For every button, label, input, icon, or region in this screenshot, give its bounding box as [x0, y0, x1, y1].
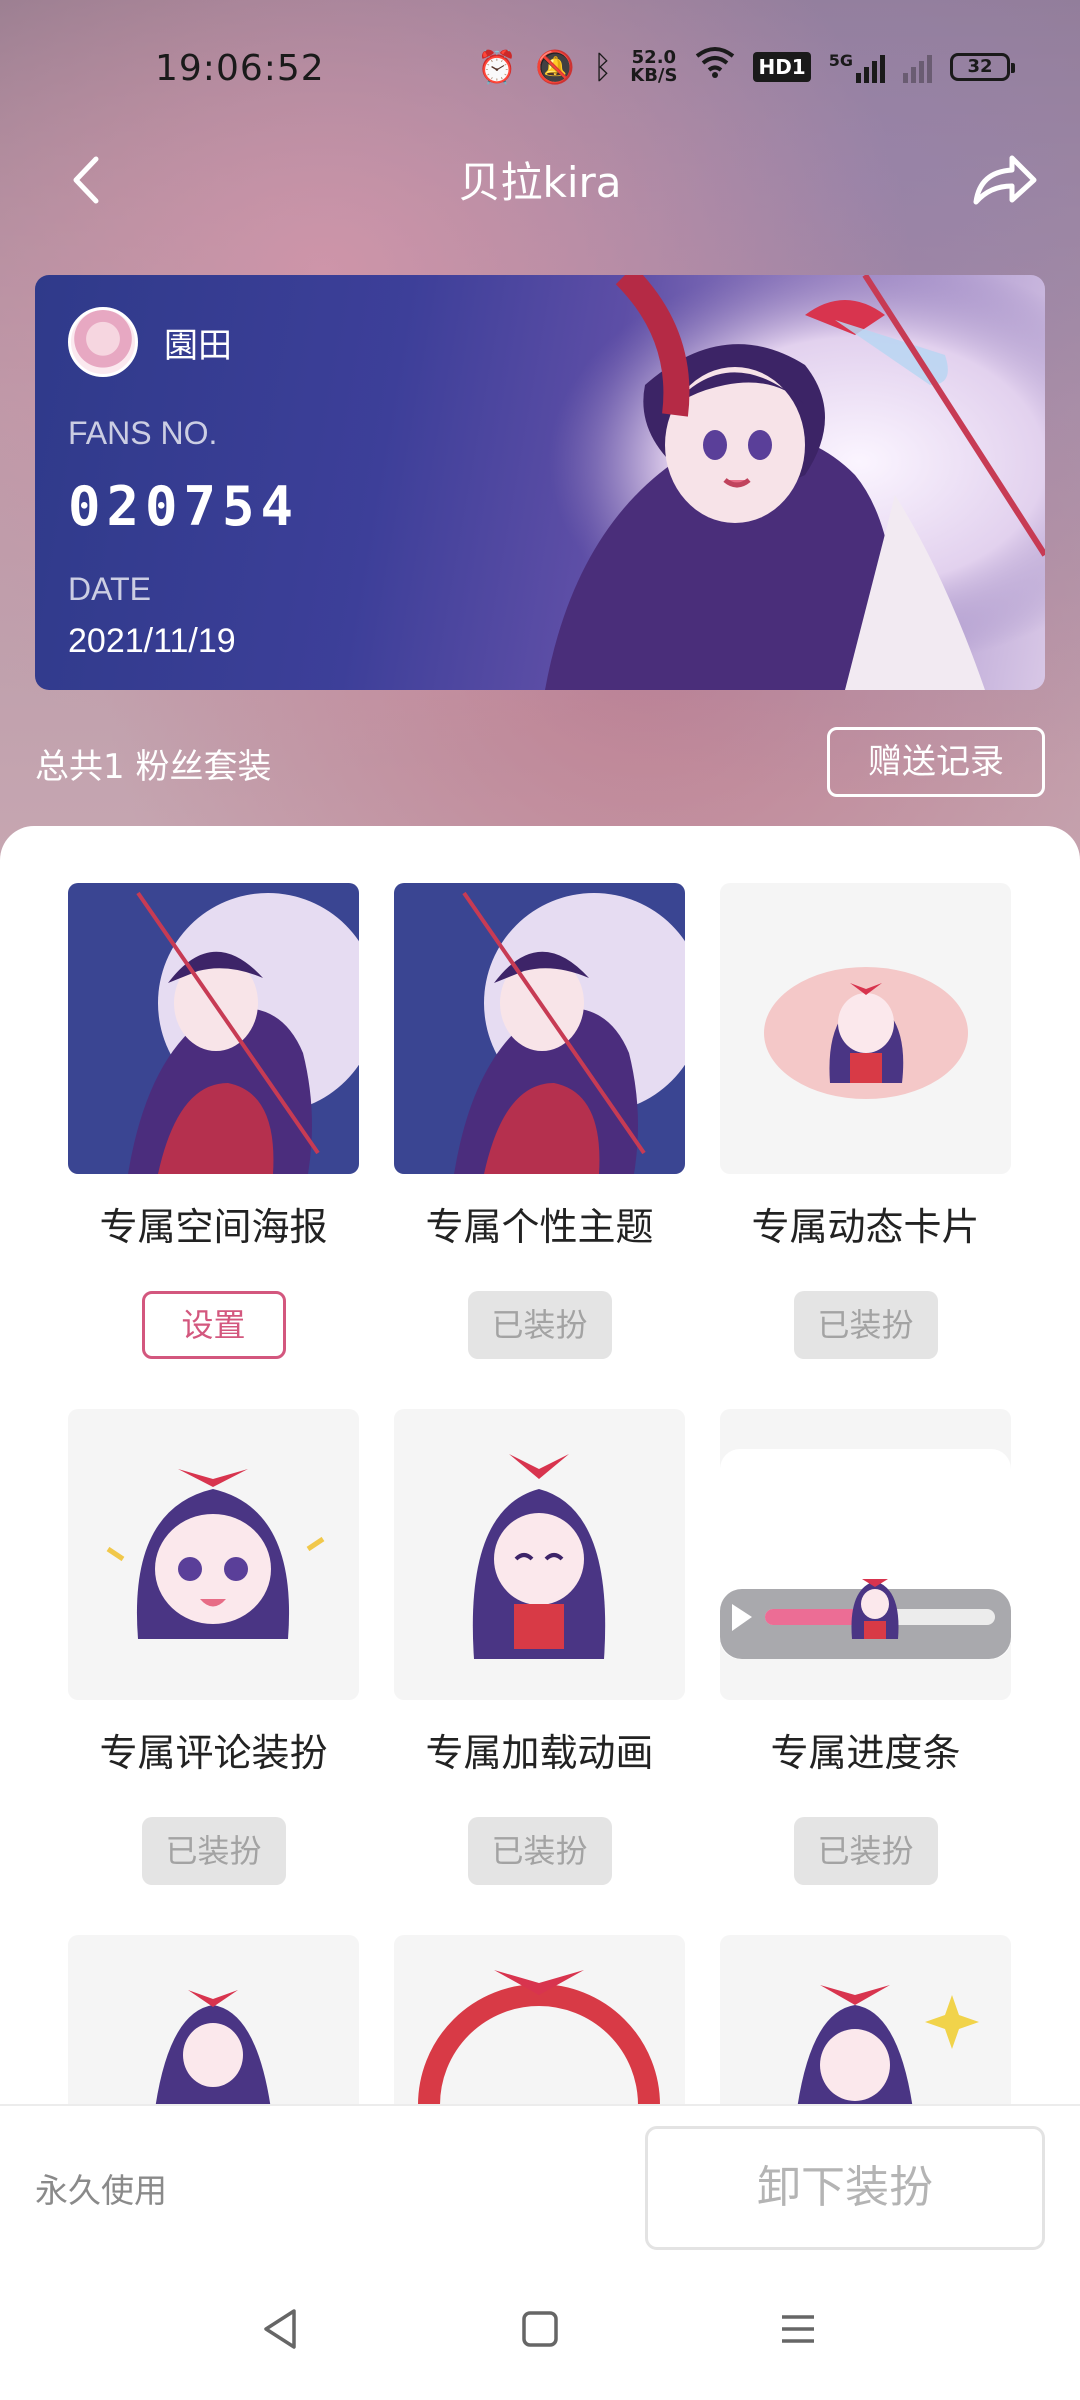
hd-badge: HD1	[753, 51, 811, 82]
item-name: 专属评论装扮	[99, 1731, 328, 1775]
equipped-button[interactable]: 已装扮	[467, 1817, 612, 1885]
card-user: 園田	[68, 307, 232, 377]
square-home-icon	[522, 2311, 558, 2347]
fan-card: 園田 FANS NO. 020754 DATE 2021/11/19	[35, 275, 1045, 690]
network-speed: 52.0 KB/S	[630, 46, 678, 86]
comment-decoration-thumbnail[interactable]	[68, 1409, 359, 1700]
equipped-button[interactable]: 已装扮	[793, 1817, 938, 1885]
grid-item-progress-bar[interactable]: 专属进度条 已装扮	[720, 1409, 1011, 1885]
progress-bar-thumbnail[interactable]	[720, 1409, 1011, 1700]
grid-item-loading-animation[interactable]: 专属加载动画 已装扮	[394, 1409, 685, 1885]
gift-record-button[interactable]: 赠送记录	[827, 727, 1045, 797]
status-time: 19:06:52	[155, 48, 325, 89]
status-icons: ⏰ 🔕 ᛒ 52.0 KB/S HD1 5G 32	[477, 46, 1015, 87]
space-poster-thumbnail[interactable]	[68, 883, 359, 1174]
permanent-use-label: 永久使用	[35, 2171, 167, 2210]
fans-no-label: FANS NO.	[68, 415, 218, 451]
bluetooth-icon: ᛒ	[593, 47, 613, 86]
equipped-button[interactable]: 已装扮	[141, 1817, 286, 1885]
grid-item-comment-decoration[interactable]: 专属评论装扮 已装扮	[68, 1409, 359, 1885]
item-name: 专属加载动画	[425, 1731, 654, 1775]
triangle-back-icon	[264, 2309, 296, 2349]
grid-item-space-poster[interactable]: 专属空间海报 设置	[68, 883, 359, 1359]
grid-item-partial-3[interactable]	[720, 1935, 1011, 2106]
nav-home-button[interactable]	[500, 2289, 580, 2369]
title-bar: 贝拉kira	[0, 135, 1080, 225]
suits-row: 总共1 粉丝套装 赠送记录	[35, 727, 1045, 797]
signal-icon-secondary	[903, 51, 932, 83]
partial-thumbnail-2[interactable]	[394, 1935, 685, 2106]
partial-thumbnail-1[interactable]	[68, 1935, 359, 2106]
signal-icon: 5G	[829, 51, 885, 83]
mute-bell-icon: 🔕	[535, 47, 576, 86]
equipped-button[interactable]: 已装扮	[793, 1291, 938, 1359]
item-name: 专属动态卡片	[751, 1205, 980, 1249]
loading-animation-thumbnail[interactable]	[394, 1409, 685, 1700]
share-button[interactable]	[965, 140, 1045, 220]
unequip-button[interactable]: 卸下装扮	[645, 2126, 1045, 2250]
battery-icon: 32	[950, 52, 1015, 81]
system-nav-bar	[0, 2254, 1080, 2400]
hamburger-menu-icon	[782, 2315, 814, 2343]
bottom-action-bar: 永久使用 卸下装扮	[0, 2104, 1080, 2254]
equipped-button[interactable]: 已装扮	[467, 1291, 612, 1359]
grid-item-partial-1[interactable]	[68, 1935, 359, 2106]
item-name: 专属进度条	[770, 1731, 961, 1775]
dynamic-card-thumbnail[interactable]	[720, 883, 1011, 1174]
grid-item-dynamic-card[interactable]: 专属动态卡片 已装扮	[720, 883, 1011, 1359]
fans-no-value: 020754	[68, 475, 300, 538]
personal-theme-thumbnail[interactable]	[394, 883, 685, 1174]
grid-item-partial-2[interactable]	[394, 1935, 685, 2106]
page-title: 贝拉kira	[458, 158, 622, 207]
grid-item-personal-theme[interactable]: 专属个性主题 已装扮	[394, 883, 685, 1359]
avatar[interactable]	[68, 307, 138, 377]
alarm-icon: ⏰	[477, 47, 518, 86]
date-label: DATE	[68, 571, 151, 607]
nav-back-button[interactable]	[240, 2289, 320, 2369]
item-name: 专属个性主题	[425, 1205, 654, 1249]
nav-menu-button[interactable]	[758, 2289, 838, 2369]
partial-thumbnail-3[interactable]	[720, 1935, 1011, 2106]
set-button[interactable]: 设置	[141, 1291, 286, 1359]
item-name: 专属空间海报	[99, 1205, 328, 1249]
fan-card-artwork	[425, 275, 1045, 690]
share-arrow-icon	[973, 155, 1037, 205]
status-bar: 19:06:52 ⏰ 🔕 ᛒ 52.0 KB/S HD1 5G 32	[0, 0, 1080, 135]
date-value: 2021/11/19	[68, 622, 236, 660]
suits-total-label: 总共1 粉丝套装	[35, 747, 272, 787]
card-username: 園田	[164, 325, 232, 366]
wifi-icon	[695, 46, 735, 87]
items-sheet: 专属空间海报 设置 专属个性主题 已装扮 专属动态卡片 已装扮 专属评论装扮 已…	[0, 826, 1080, 2106]
